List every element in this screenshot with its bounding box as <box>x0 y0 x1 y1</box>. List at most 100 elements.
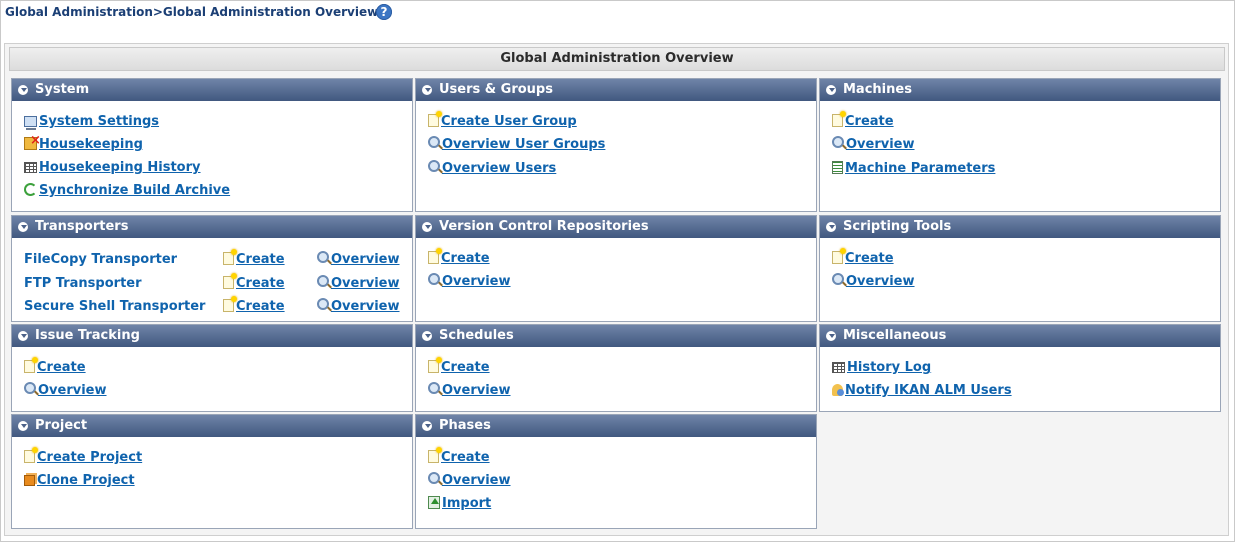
magnifier-icon <box>24 382 36 394</box>
panel-project: Project Create Project Clone Project <box>11 414 413 529</box>
page-title: Global Administration Overview <box>9 47 1225 71</box>
panel-header[interactable]: Project <box>12 415 412 437</box>
ssh-overview-link[interactable]: Overview <box>317 298 400 316</box>
collapse-icon[interactable] <box>18 331 28 341</box>
magnifier-icon <box>428 382 440 394</box>
panel-users-groups: Users & Groups Create User Group Overvie… <box>415 78 817 212</box>
panel-header[interactable]: Machines <box>820 79 1220 101</box>
panel-system: System System Settings Housekeeping Hous… <box>11 78 413 212</box>
issue-create-link[interactable]: Create <box>24 357 86 377</box>
new-icon <box>832 111 846 127</box>
synchronize-build-archive-link[interactable]: Synchronize Build Archive <box>24 182 230 200</box>
vcr-overview-link[interactable]: Overview <box>428 273 511 291</box>
panel-title: Schedules <box>439 328 514 343</box>
collapse-icon[interactable] <box>422 421 432 431</box>
panel-version-control: Version Control Repositories Create Over… <box>415 215 817 322</box>
new-icon <box>223 296 237 312</box>
housekeeping-history-link[interactable]: Housekeeping History <box>24 159 201 177</box>
panel-issue-tracking: Issue Tracking Create Overview <box>11 324 413 412</box>
overview-user-groups-link[interactable]: Overview User Groups <box>428 136 605 154</box>
notify-users-link[interactable]: Notify IKAN ALM Users <box>832 382 1012 400</box>
filecopy-create-link[interactable]: Create <box>223 249 285 269</box>
parameters-icon <box>832 161 843 174</box>
new-icon <box>223 249 237 265</box>
new-icon <box>24 357 38 373</box>
scripting-create-link[interactable]: Create <box>832 248 894 268</box>
collapse-icon[interactable] <box>422 331 432 341</box>
magnifier-icon <box>317 251 329 263</box>
magnifier-icon <box>317 298 329 310</box>
new-icon <box>428 248 442 264</box>
panel-machines: Machines Create Overview Machine Paramet… <box>819 78 1221 212</box>
clone-project-link[interactable]: Clone Project <box>24 472 135 490</box>
panel-header[interactable]: Miscellaneous <box>820 325 1220 347</box>
schedules-overview-link[interactable]: Overview <box>428 382 511 400</box>
history-log-link[interactable]: History Log <box>832 359 931 377</box>
new-icon <box>832 248 846 264</box>
ssh-create-link[interactable]: Create <box>223 296 285 316</box>
panel-header[interactable]: System <box>12 79 412 101</box>
filecopy-overview-link[interactable]: Overview <box>317 251 400 269</box>
monitor-icon <box>24 116 37 130</box>
collapse-icon[interactable] <box>18 222 28 232</box>
ftp-overview-link[interactable]: Overview <box>317 275 400 293</box>
panel-header[interactable]: Transporters <box>12 216 412 238</box>
magnifier-icon <box>428 136 440 148</box>
magnifier-icon <box>428 472 440 484</box>
phases-overview-link[interactable]: Overview <box>428 472 511 490</box>
new-icon <box>24 447 38 463</box>
collapse-icon[interactable] <box>422 85 432 95</box>
panel-title: Users & Groups <box>439 82 553 97</box>
housekeeping-icon <box>24 132 41 150</box>
overview-users-link[interactable]: Overview Users <box>428 160 556 178</box>
collapse-icon[interactable] <box>826 331 836 341</box>
machines-create-link[interactable]: Create <box>832 111 894 131</box>
panel-header[interactable]: Users & Groups <box>416 79 816 101</box>
machine-parameters-link[interactable]: Machine Parameters <box>832 160 995 178</box>
machines-overview-link[interactable]: Overview <box>832 136 915 154</box>
schedules-create-link[interactable]: Create <box>428 357 490 377</box>
transporter-name: FileCopy Transporter <box>24 252 178 267</box>
magnifier-icon <box>832 273 844 285</box>
new-icon <box>428 111 442 127</box>
panel-header[interactable]: Scripting Tools <box>820 216 1220 238</box>
grid-icon <box>24 162 37 173</box>
panel-header[interactable]: Issue Tracking <box>12 325 412 347</box>
collapse-icon[interactable] <box>826 85 836 95</box>
issue-overview-link[interactable]: Overview <box>24 382 107 400</box>
panel-title: Version Control Repositories <box>439 219 649 234</box>
panel-transporters: Transporters FileCopy Transporter Create… <box>11 215 413 322</box>
vcr-create-link[interactable]: Create <box>428 248 490 268</box>
panel-scripting-tools: Scripting Tools Create Overview <box>819 215 1221 322</box>
housekeeping-link[interactable]: Housekeeping <box>24 132 143 154</box>
ftp-create-link[interactable]: Create <box>223 273 285 293</box>
panel-title: Machines <box>843 82 912 97</box>
panel-header[interactable]: Version Control Repositories <box>416 216 816 238</box>
breadcrumb[interactable]: Global Administration>Global Administrat… <box>5 5 378 19</box>
panel-title: Miscellaneous <box>843 328 947 343</box>
sync-icon <box>24 183 37 196</box>
phases-create-link[interactable]: Create <box>428 447 490 467</box>
collapse-icon[interactable] <box>422 222 432 232</box>
create-project-link[interactable]: Create Project <box>24 447 142 467</box>
collapse-icon[interactable] <box>826 222 836 232</box>
collapse-icon[interactable] <box>18 421 28 431</box>
panel-schedules: Schedules Create Overview <box>415 324 817 412</box>
help-icon[interactable]: ? <box>376 4 392 20</box>
transporter-name: FTP Transporter <box>24 276 142 291</box>
system-settings-link[interactable]: System Settings <box>24 113 159 131</box>
panel-title: Project <box>35 418 88 433</box>
scripting-overview-link[interactable]: Overview <box>832 273 915 291</box>
panel-header[interactable]: Phases <box>416 415 816 437</box>
panel-header[interactable]: Schedules <box>416 325 816 347</box>
panel-title: Scripting Tools <box>843 219 952 234</box>
notify-icon <box>832 384 844 396</box>
grid-icon <box>832 362 845 373</box>
magnifier-icon <box>428 273 440 285</box>
create-user-group-link[interactable]: Create User Group <box>428 111 577 131</box>
transporter-name: Secure Shell Transporter <box>24 299 206 314</box>
phases-import-link[interactable]: Import <box>428 495 491 513</box>
panel-title: Transporters <box>35 219 129 234</box>
collapse-icon[interactable] <box>18 85 28 95</box>
panel-phases: Phases Create Overview Import <box>415 414 817 529</box>
